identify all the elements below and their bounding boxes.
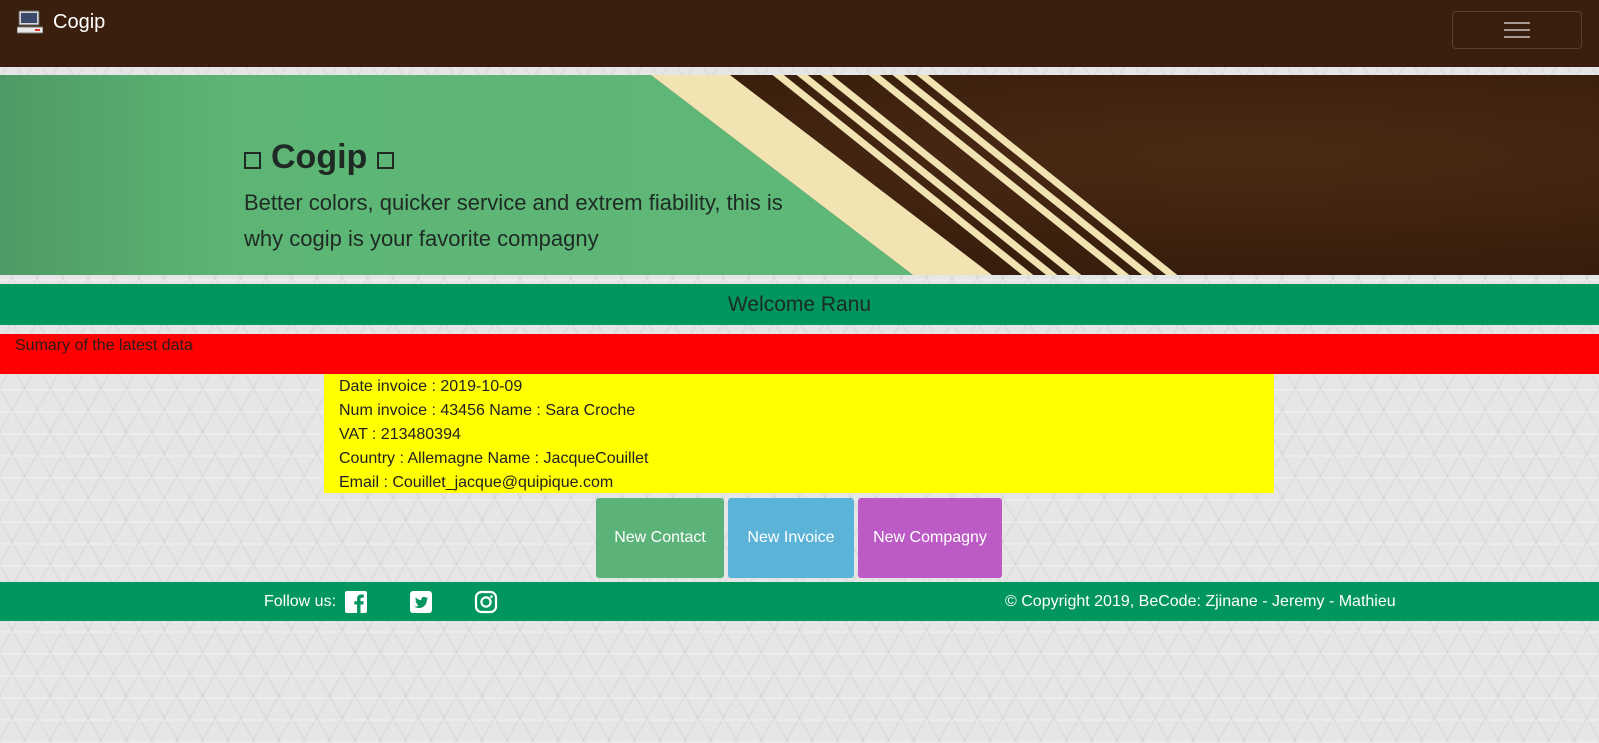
action-buttons: New Contact New Invoice New Compagny — [0, 498, 1599, 578]
invoice-number-name: Num invoice : 43456 Name : Sara Croche — [339, 402, 636, 419]
hamburger-menu-icon — [1504, 22, 1530, 38]
invoice-country-name: Country : Allemagne Name : JacqueCouille… — [339, 450, 649, 467]
new-contact-button[interactable]: New Contact — [596, 498, 724, 578]
follow-us-label: Follow us: — [264, 592, 337, 610]
follow-us: Follow us: — [264, 582, 336, 621]
welcome-message: Welcome Ranu — [0, 284, 1599, 325]
brand-link[interactable]: Cogip — [17, 10, 105, 34]
hero-title-text: Cogip — [271, 138, 368, 176]
footer: Follow us: © Copyright 2019, BeCode: Zji… — [0, 582, 1599, 621]
computer-icon — [17, 10, 43, 34]
instagram-icon[interactable] — [474, 590, 498, 614]
new-company-button[interactable]: New Compagny — [858, 498, 1002, 578]
invoice-date: Date invoice : 2019-10-09 — [339, 378, 523, 395]
new-invoice-button[interactable]: New Invoice — [728, 498, 854, 578]
hero-text: Cogip Better colors, quicker service and… — [244, 137, 804, 257]
invoice-vat: VAT : 213480394 — [339, 426, 461, 443]
hero-title: Cogip — [244, 137, 804, 177]
copyright-text: © Copyright 2019, BeCode: Zjinane - Jere… — [1005, 593, 1396, 610]
navbar-toggler-button[interactable] — [1452, 11, 1582, 49]
brand-name: Cogip — [53, 10, 106, 33]
facebook-icon[interactable] — [344, 590, 368, 614]
square-outline-icon — [244, 151, 261, 169]
navbar: Cogip — [0, 0, 1599, 67]
hero-subtitle: Better colors, quicker service and extre… — [244, 190, 783, 251]
invoice-email: Email : Couillet_jacque@quipique.com — [339, 474, 614, 491]
latest-invoice-card: Date invoice : 2019-10-09 Num invoice : … — [324, 374, 1274, 493]
hero-banner: Cogip Better colors, quicker service and… — [0, 75, 1599, 275]
twitter-icon[interactable] — [409, 590, 433, 614]
summary-heading: Sumary of the latest data — [0, 334, 1599, 374]
square-outline-icon — [377, 151, 395, 169]
